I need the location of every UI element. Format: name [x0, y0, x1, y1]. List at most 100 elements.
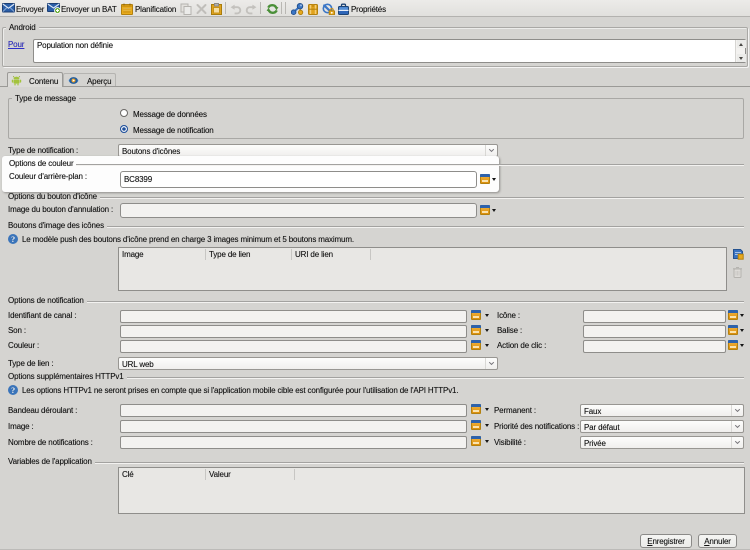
save-button-label: Enregistrer	[647, 536, 685, 546]
sticky-select[interactable]: Faux	[580, 404, 744, 417]
population-scrollbar[interactable]	[735, 40, 746, 62]
sound-field-icon[interactable]	[471, 325, 481, 335]
notification-count-field-icon[interactable]	[471, 436, 481, 446]
tabpane-border	[0, 86, 750, 87]
priority-select[interactable]: Par défaut	[580, 420, 744, 433]
column-header-image[interactable]: Image	[119, 248, 144, 261]
refresh-icon[interactable]	[266, 3, 279, 15]
cancel-button-image-input[interactable]	[120, 203, 477, 218]
color-input[interactable]	[120, 340, 467, 353]
undo-icon[interactable]	[230, 3, 242, 15]
ticker-input[interactable]	[120, 404, 467, 417]
badge-field-icon[interactable]	[728, 325, 738, 335]
variables-legend: Variables de l'application	[8, 456, 92, 466]
priority-chevron	[731, 421, 743, 432]
tab-apercu[interactable]: Aperçu	[63, 73, 116, 86]
toolbar-separator	[281, 2, 282, 14]
link-icon[interactable]	[291, 3, 304, 15]
ticker-dropdown-icon[interactable]	[485, 408, 489, 411]
column-header-valeur[interactable]: Valeur	[206, 468, 231, 481]
notification-count-dropdown-icon[interactable]	[485, 440, 489, 443]
channel-id-field-icon[interactable]	[471, 310, 481, 320]
click-action-input[interactable]	[583, 340, 726, 353]
sound-dropdown-icon[interactable]	[485, 329, 489, 332]
channel-id-input[interactable]	[120, 310, 467, 323]
column-separator	[205, 249, 206, 260]
unlock-icon[interactable]	[322, 3, 335, 15]
send-proof-button[interactable]: Envoyer un BAT	[61, 5, 117, 14]
tab-contenu-label: Contenu	[29, 77, 59, 86]
scroll-down-button[interactable]	[736, 54, 746, 62]
badge-dropdown-icon[interactable]	[740, 329, 744, 332]
properties-icon	[338, 3, 349, 15]
httpv1-header: Options supplémentaires HTTPv1	[8, 371, 744, 382]
notification-count-input[interactable]	[120, 436, 467, 449]
chevron-down-icon	[734, 408, 741, 413]
click-action-field-icon[interactable]	[728, 340, 738, 350]
edit-list-icon[interactable]	[732, 248, 744, 260]
color-field-icon[interactable]	[480, 174, 490, 184]
click-action-dropdown-icon[interactable]	[740, 344, 744, 347]
image-field-icon[interactable]	[471, 420, 481, 430]
sticky-label: Permanent :	[494, 405, 536, 415]
image-input[interactable]	[120, 420, 467, 433]
background-color-input[interactable]: BC8399	[120, 171, 477, 188]
link-type-select[interactable]: URL web	[118, 357, 498, 370]
icon-dropdown-icon[interactable]	[740, 314, 744, 317]
android-icon	[11, 75, 22, 86]
message-type-legend: Type de message	[12, 94, 79, 103]
variables-table[interactable]: Clé Valeur	[118, 467, 745, 514]
chevron-down-icon	[488, 361, 495, 366]
send-proof-icon	[47, 3, 61, 14]
population-textarea[interactable]: Population non définie	[33, 39, 746, 63]
icon-field-icon[interactable]	[728, 310, 738, 320]
color-options-header: Options de couleur	[9, 159, 744, 169]
sound-input[interactable]	[120, 325, 467, 338]
column-separator	[370, 249, 371, 260]
save-button[interactable]: Enregistrer	[640, 534, 692, 548]
tab-contenu[interactable]: Contenu	[7, 72, 63, 87]
sticky-chevron	[731, 405, 743, 416]
cancel-button-label: Annuler	[704, 536, 731, 546]
column-separator	[294, 469, 295, 480]
notification-type-label: Type de notification :	[8, 145, 79, 155]
column-header-uri-lien[interactable]: URI de lien	[292, 248, 333, 261]
notification-type-select[interactable]: Boutons d'icônes	[118, 144, 498, 157]
color-field-icon[interactable]	[471, 340, 481, 350]
radio-message-donnees[interactable]	[120, 109, 128, 117]
image-dropdown-icon[interactable]	[485, 424, 489, 427]
badge-input[interactable]	[583, 325, 726, 338]
cancel-button[interactable]: Annuler	[698, 534, 737, 548]
cancel-image-field-icon[interactable]	[480, 205, 490, 215]
column-header-type-lien[interactable]: Type de lien	[206, 248, 250, 261]
schedule-button[interactable]: Planification	[135, 5, 176, 14]
visibility-select[interactable]: Privée	[580, 436, 744, 449]
ticker-field-icon[interactable]	[471, 404, 481, 414]
redo-icon[interactable]	[245, 3, 257, 15]
paste-icon[interactable]	[211, 3, 222, 15]
channel-id-dropdown-icon[interactable]	[485, 314, 489, 317]
delete-trash-icon[interactable]	[732, 266, 743, 278]
radio-message-notification[interactable]	[120, 125, 128, 133]
chevron-down-icon	[734, 424, 741, 429]
scroll-up-button[interactable]	[736, 40, 746, 48]
color-field-dropdown-icon[interactable]	[492, 178, 496, 181]
cut-icon[interactable]	[196, 3, 207, 15]
color-dropdown-icon[interactable]	[485, 344, 489, 347]
httpv1-legend: Options supplémentaires HTTPv1	[8, 371, 124, 381]
radio-message-donnees-label: Message de données	[133, 109, 207, 119]
column-header-cle[interactable]: Clé	[119, 468, 134, 481]
copy-icon[interactable]	[180, 3, 192, 15]
chevron-down-icon	[734, 440, 741, 445]
icon-images-table[interactable]: Image Type de lien URI de lien	[118, 247, 727, 291]
package-icon[interactable]	[307, 3, 319, 15]
svg-text:?: ?	[11, 386, 15, 395]
send-button[interactable]: Envoyer	[16, 5, 44, 14]
cancel-image-dropdown-icon[interactable]	[492, 209, 496, 212]
properties-button[interactable]: Propriétés	[351, 5, 386, 14]
pour-link[interactable]: Pour	[8, 40, 24, 49]
icon-input[interactable]	[583, 310, 726, 323]
notification-type-chevron	[485, 145, 497, 156]
icon-images-info: Le modèle push des boutons d'icône prend…	[22, 234, 354, 244]
up-arrow-icon	[739, 42, 743, 46]
